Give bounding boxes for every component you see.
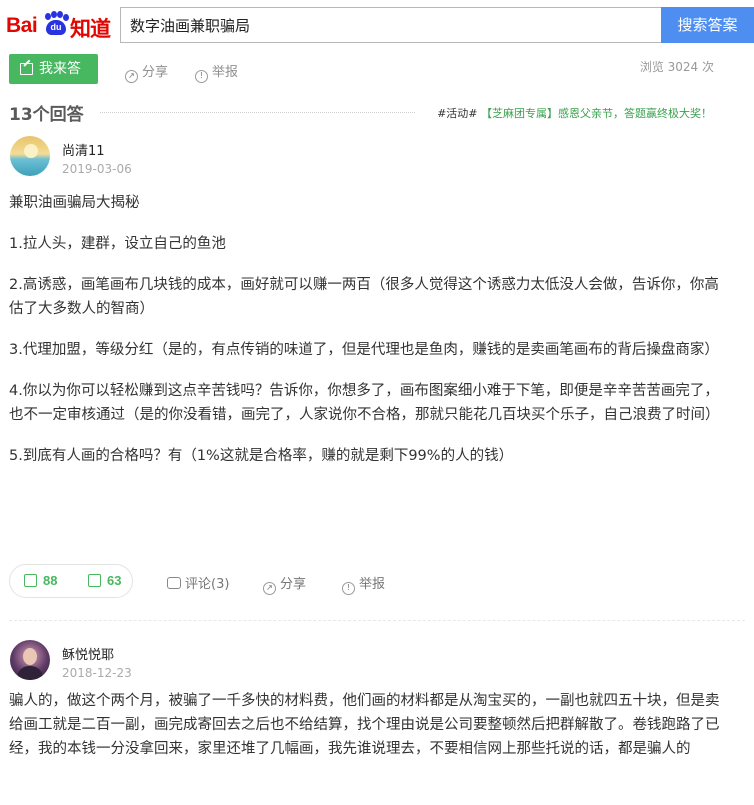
answer-share-label: 分享: [280, 577, 307, 592]
thumbs-up-icon: [24, 574, 37, 587]
promo-text: 【芝麻团专属】感恩父亲节，答题赢终极大奖！: [481, 107, 712, 120]
answer-button[interactable]: 我来答: [9, 54, 98, 84]
report-icon: !: [342, 582, 355, 595]
comment-icon: [167, 577, 181, 589]
like-count: 88: [43, 573, 58, 588]
answer-paragraph: 3.代理加盟，等级分红（是的，有点传销的味道了，但是代理也是鱼肉，赚钱的是卖画笔…: [9, 342, 719, 358]
comment-label: 评论(3): [185, 577, 230, 592]
share-button[interactable]: ↗ 分享: [125, 61, 168, 83]
avatar[interactable]: [10, 136, 50, 176]
share-icon: ↗: [125, 70, 138, 83]
answer-paragraph: 5.到底有人画的合格吗？有（1%这就是合格率，赚的就是剩下99%的人的钱）: [9, 448, 514, 464]
answer-content: 兼职油画骗局大揭秘 1.拉人头，建群，设立自己的鱼池 2.高诱惑，画笔画布几块钱…: [9, 191, 721, 468]
like-button[interactable]: 88: [24, 573, 57, 588]
question-action-bar: 我来答 ↗ 分享 ! 举报 浏览 3024 次: [0, 52, 754, 86]
comment-button[interactable]: 评论(3): [167, 573, 229, 592]
answer-date: 2019-03-06: [62, 162, 132, 176]
promo-tag: #活动#: [437, 107, 478, 120]
answer-item: 尚清11 2019-03-06 兼职油画骗局大揭秘 1.拉人头，建群，设立自己的…: [0, 132, 754, 612]
answer-share-button[interactable]: ↗ 分享: [263, 573, 306, 595]
avatar[interactable]: [10, 640, 50, 680]
answer-item: 稣悦悦耶 2018-12-23 骗人的，做这个两个月，被骗了一千多快的材料费，他…: [0, 636, 754, 805]
report-icon: !: [195, 70, 208, 83]
answer-content: 骗人的，做这个两个月，被骗了一千多快的材料费，他们画的材料都是从淘宝买的，一副也…: [9, 689, 721, 761]
search-button[interactable]: 搜索答案: [661, 7, 754, 43]
answer-report-button[interactable]: ! 举报: [342, 573, 385, 595]
answer-date: 2018-12-23: [62, 666, 132, 680]
answer-username[interactable]: 尚清11: [62, 140, 105, 159]
edit-icon: [20, 63, 33, 75]
view-count: 浏览 3024 次: [639, 60, 714, 74]
share-label: 分享: [142, 65, 169, 80]
share-icon: ↗: [263, 582, 276, 595]
dislike-button[interactable]: 63: [88, 573, 121, 588]
search-input[interactable]: [120, 7, 661, 43]
paw-icon: du: [43, 11, 69, 35]
answer-paragraph: 骗人的，做这个两个月，被骗了一千多快的材料费，他们画的材料都是从淘宝买的，一副也…: [9, 693, 720, 757]
answer-paragraph: 4.你以为你可以轻松赚到这点辛苦钱吗？告诉你，你想多了，画布图案细小难于下笔，即…: [9, 383, 720, 423]
answer-button-label: 我来答: [39, 61, 81, 77]
answer-report-label: 举报: [359, 577, 386, 592]
answers-header: 13个回答 #活动# 【芝麻团专属】感恩父亲节，答题赢终极大奖！: [0, 98, 754, 128]
baidu-zhidao-logo[interactable]: Bai du 知道: [6, 6, 114, 42]
vote-box: 88 63: [9, 564, 133, 598]
answer-paragraph: 1.拉人头，建群，设立自己的鱼池: [9, 236, 226, 252]
header: Bai du 知道 搜索答案: [0, 0, 754, 48]
report-label: 举报: [212, 65, 239, 80]
answer-count: 13个回答: [9, 105, 84, 125]
report-button[interactable]: ! 举报: [195, 61, 238, 83]
promo-link[interactable]: #活动# 【芝麻团专属】感恩父亲节，答题赢终极大奖！: [437, 105, 712, 121]
header-divider: [100, 112, 415, 113]
answer-divider: [9, 620, 745, 621]
thumbs-down-icon: [88, 574, 101, 587]
answer-paragraph: 兼职油画骗局大揭秘: [9, 195, 140, 211]
answer-paragraph: 2.高诱惑，画笔画布几块钱的成本，画好就可以赚一两百（很多人觉得这个诱惑力太低没…: [9, 277, 719, 317]
dislike-count: 63: [107, 573, 122, 588]
answer-username[interactable]: 稣悦悦耶: [62, 644, 114, 663]
logo-bai: Bai: [6, 14, 38, 37]
logo-zhidao: 知道: [70, 17, 111, 41]
